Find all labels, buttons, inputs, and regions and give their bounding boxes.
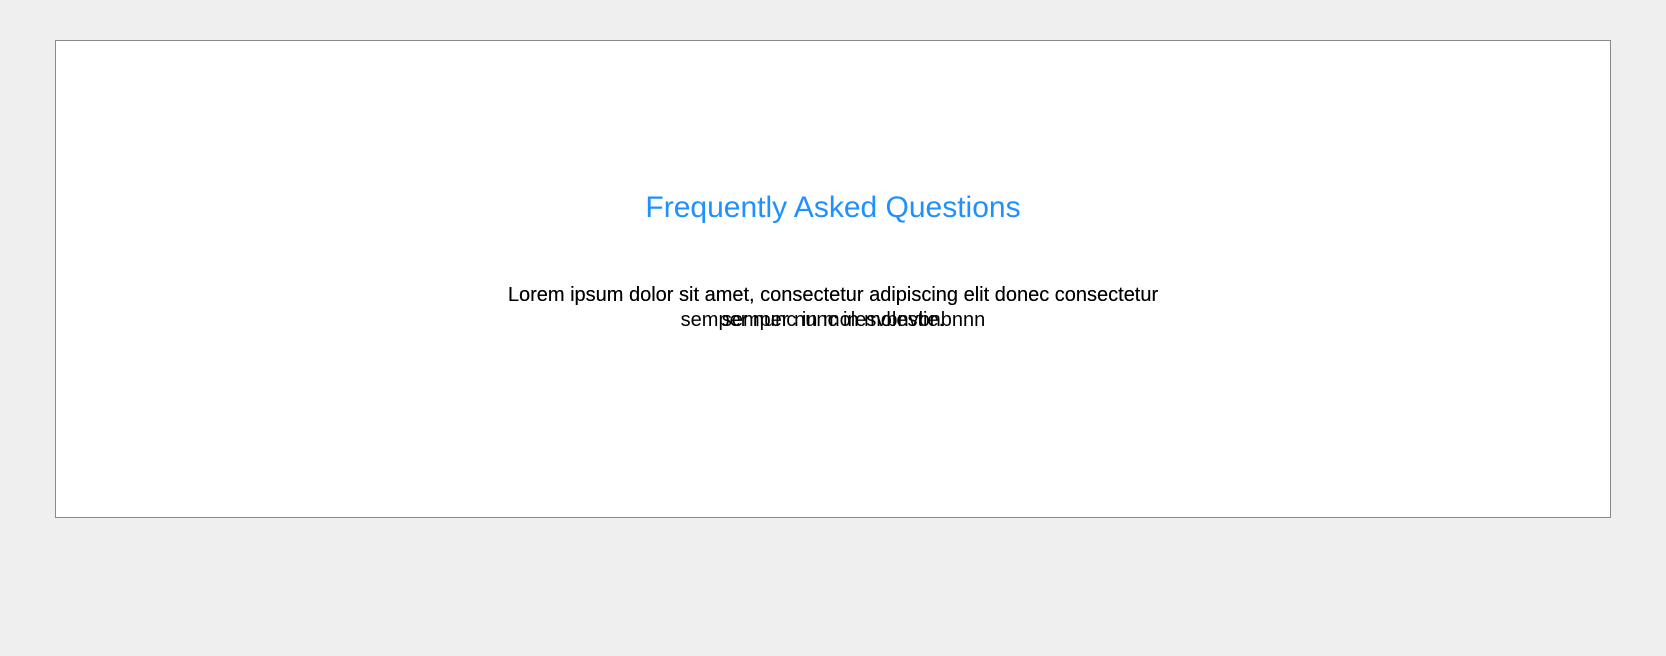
faq-heading: Frequently Asked Questions [645,191,1020,225]
faq-panel: Frequently Asked Questions Lorem ipsum d… [55,40,1611,518]
faq-description: Lorem ipsum dolor sit amet, consectetur … [473,283,1193,333]
faq-description-overlay: Lorem ipsum dolor sit amet, consectetur … [473,283,1193,333]
